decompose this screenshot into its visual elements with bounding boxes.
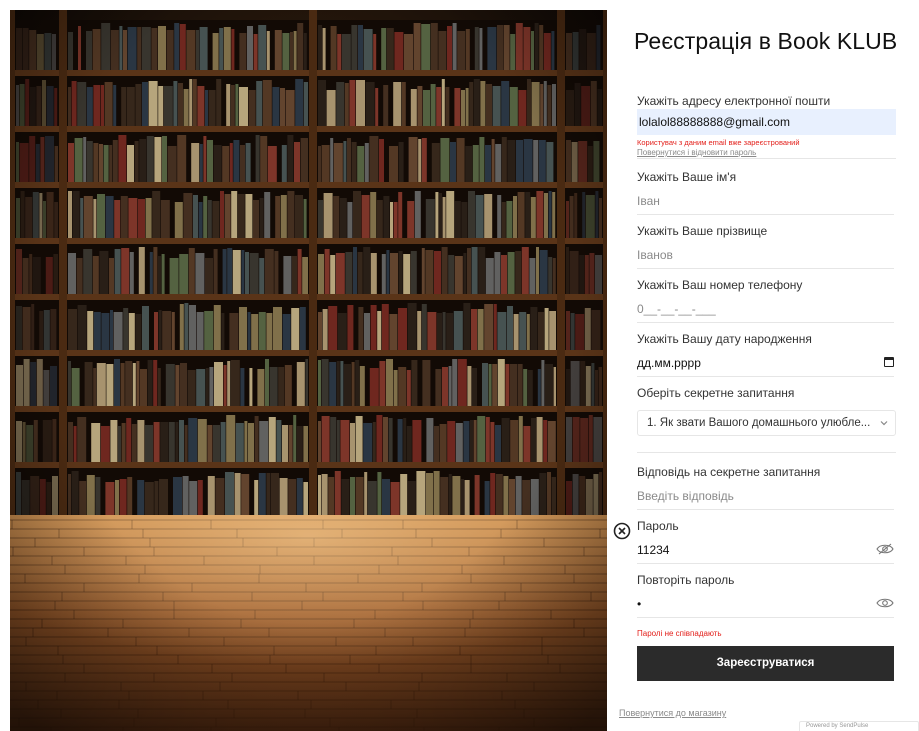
library-background-image [10,10,607,731]
chevron-down-icon [880,421,888,426]
back-to-store-link[interactable]: Повернутися до магазину [619,708,726,718]
email-error-message: Користувач з даним email вже зареєстрова… [637,138,800,147]
email-input[interactable]: lolalol88888888@gmail.com [637,109,896,135]
badge-text: Powered by SendPulse [806,723,869,729]
password-input[interactable]: 11234 [637,543,894,559]
first-name-label: Укажіть Ваше ім'я [637,170,737,184]
secret-answer-label: Відповідь на секретне запитання [637,465,821,479]
secret-question-field: Оберіть секретне запитання [637,386,894,400]
password-field[interactable]: Пароль 11234 [637,519,894,564]
divider [637,322,894,323]
password-mismatch-error: Паролі не співпадають [637,629,722,638]
email-field-group: Укажіть адресу електронної пошти [637,94,894,108]
email-label: Укажіть адресу електронної пошти [637,94,831,108]
secret-question-selected: 1. Як звати Вашого домашнього улюбле... [647,417,871,429]
divider [637,158,896,159]
divider [637,268,894,269]
last-name-input[interactable]: Іванов [637,248,894,264]
register-button[interactable]: Зареєструватися [637,646,894,681]
divider [637,452,896,453]
divider [637,214,894,215]
birthdate-input[interactable]: дд.мм.рррр [637,356,894,372]
eye-slash-icon[interactable] [876,543,894,555]
secret-answer-field[interactable]: Відповідь на секретне запитання Введіть … [637,465,894,510]
registration-panel: Реєстрація в Book KLUB Укажіть адресу ел… [607,10,919,731]
password-label: Пароль [637,519,679,533]
restore-password-link[interactable]: Повернутися і відновити пароль [637,148,756,157]
secret-answer-input[interactable]: Введіть відповідь [637,489,894,505]
birthdate-field[interactable]: Укажіть Вашу дату народження дд.мм.рррр [637,332,894,377]
clear-circle-icon[interactable] [613,522,631,540]
first-name-input[interactable]: Іван [637,194,894,210]
page-title: Реєстрація в Book KLUB [634,28,898,54]
divider [637,563,894,564]
repeat-password-label: Повторіть пароль [637,573,735,587]
calendar-icon[interactable] [884,357,894,367]
last-name-field[interactable]: Укажіть Ваше прізвище Іванов [637,224,894,269]
secret-question-select[interactable]: 1. Як звати Вашого домашнього улюбле... [637,410,896,436]
first-name-field[interactable]: Укажіть Ваше ім'я Іван [637,170,894,215]
eye-icon[interactable] [876,597,894,609]
last-name-label: Укажіть Ваше прізвище [637,224,768,238]
powered-by-badge[interactable]: Powered by SendPulse [799,721,919,731]
phone-field[interactable]: Укажіть Ваш номер телефону 0__-__-__-___ [637,278,894,323]
repeat-password-field[interactable]: Повторіть пароль • [637,573,894,618]
birthdate-label: Укажіть Вашу дату народження [637,332,812,346]
secret-question-label: Оберіть секретне запитання [637,386,795,400]
phone-label: Укажіть Ваш номер телефону [637,278,803,292]
divider [637,376,894,377]
divider [637,509,894,510]
bookshelves-illustration [10,10,607,731]
phone-input[interactable]: 0__-__-__-___ [637,302,894,318]
divider [637,617,894,618]
email-input-value: lolalol88888888@gmail.com [639,115,790,129]
repeat-password-input[interactable]: • [637,597,894,613]
